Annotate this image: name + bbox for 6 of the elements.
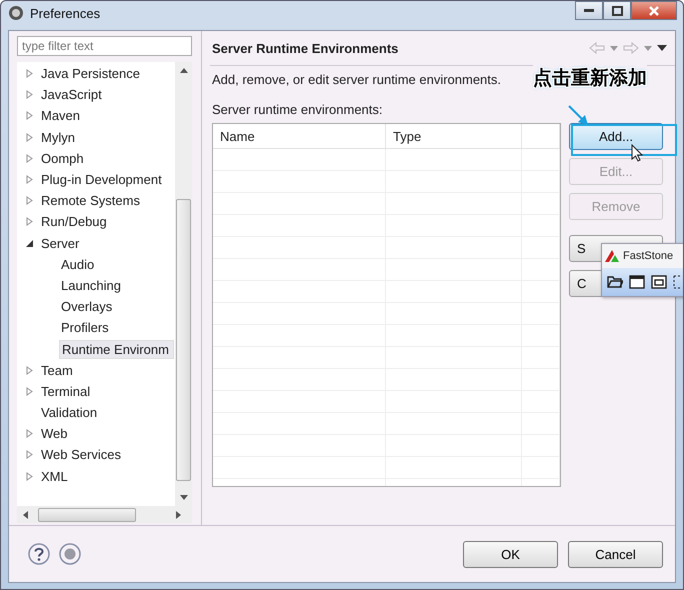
description-text: Add, remove, or edit server runtime environments. (212, 72, 502, 89)
list-label: Server runtime environments: (212, 102, 383, 117)
annotation-text: 点击重新添加 (533, 65, 647, 91)
window-title: Preferences (30, 6, 100, 20)
popup-title: FastStone (623, 250, 674, 262)
page-title: Server Runtime Environments (212, 40, 398, 56)
